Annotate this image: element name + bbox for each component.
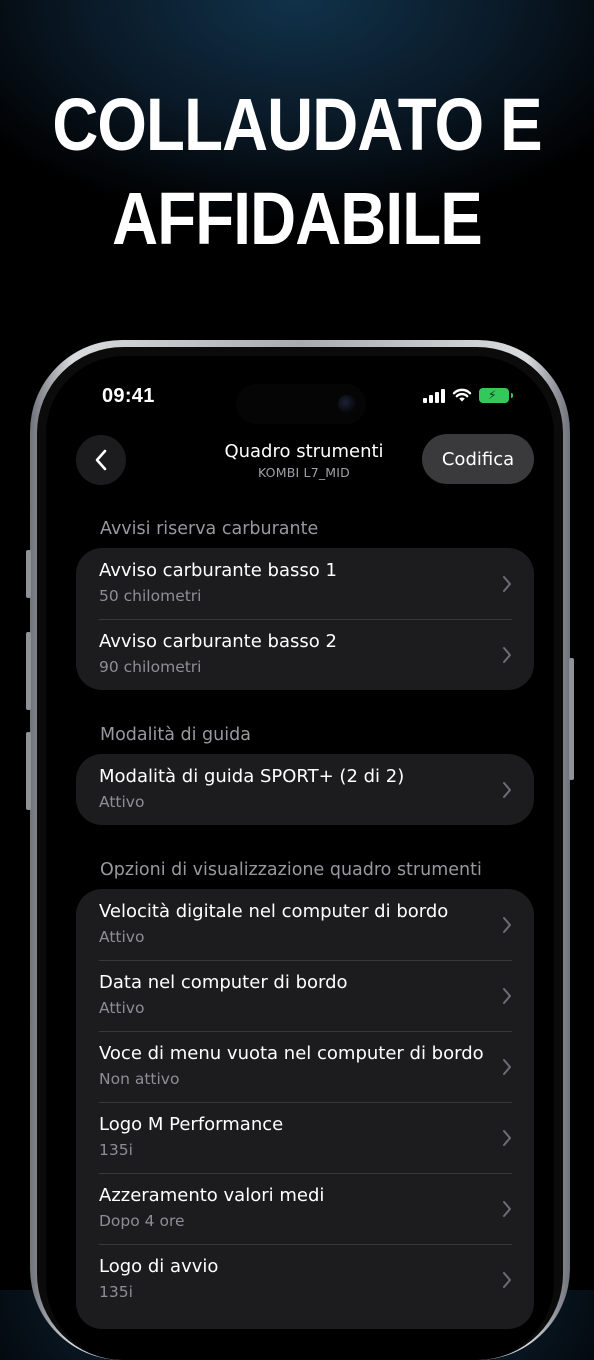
phone-frame: 09:41 ⚡ Quadro strumenti KOMBI L7_MID Co… <box>26 340 574 1360</box>
list-item-title: Logo M Performance <box>99 1114 284 1135</box>
list-item-title: Velocità digitale nel computer di bordo <box>99 901 449 922</box>
status-time: 09:41 <box>102 385 155 407</box>
list-item-title: Voce di menu vuota nel computer di bordo <box>99 1043 484 1064</box>
section-header-driving-modes: Modalità di guida <box>100 725 251 745</box>
phone-volume-up-button <box>26 632 31 710</box>
list-item[interactable]: Data nel computer di bordo Attivo <box>76 960 534 1031</box>
chevron-right-icon <box>503 782 511 798</box>
group-display-options: Velocità digitale nel computer di bordo … <box>76 889 534 1329</box>
list-item-value: 135i <box>99 1141 133 1159</box>
nav-title: Quadro strumenti KOMBI L7_MID <box>156 441 452 480</box>
group-fuel-warnings: Avviso carburante basso 1 50 chilometri … <box>76 548 534 690</box>
list-item[interactable]: Logo M Performance 135i <box>76 1102 534 1173</box>
page-subtitle: KOMBI L7_MID <box>257 465 351 480</box>
list-item-value: Attivo <box>99 793 145 811</box>
list-item[interactable]: Azzeramento valori medi Dopo 4 ore <box>76 1173 534 1244</box>
headline-line-2: AFFIDABILE <box>112 177 483 260</box>
list-item-title: Azzeramento valori medi <box>99 1185 325 1206</box>
chevron-right-icon <box>503 988 511 1004</box>
phone-bezel: 09:41 ⚡ Quadro strumenti KOMBI L7_MID Co… <box>37 347 563 1360</box>
list-item-value: 50 chilometri <box>99 587 202 605</box>
list-item[interactable]: Modalità di guida SPORT+ (2 di 2) Attivo <box>76 754 534 825</box>
chevron-right-icon <box>503 1130 511 1146</box>
list-item-title: Data nel computer di bordo <box>99 972 348 993</box>
list-item-title: Modalità di guida SPORT+ (2 di 2) <box>99 766 405 787</box>
phone-action-button <box>26 550 31 598</box>
chevron-right-icon <box>503 1272 511 1288</box>
phone-volume-down-button <box>26 732 31 810</box>
chevron-right-icon <box>503 647 511 663</box>
list-item[interactable]: Logo di avvio 135i <box>76 1244 534 1315</box>
list-item[interactable]: Velocità digitale nel computer di bordo … <box>76 889 534 960</box>
section-header-display-options: Opzioni di visualizzazione quadro strume… <box>100 860 482 880</box>
list-item-value: Dopo 4 ore <box>99 1212 185 1230</box>
signal-icon <box>423 388 445 403</box>
list-item[interactable]: Avviso carburante basso 2 90 chilometri <box>76 619 534 690</box>
status-icons: ⚡ <box>423 388 513 403</box>
battery-charging-icon: ⚡ <box>479 388 513 403</box>
encode-button[interactable]: Codifica <box>422 434 534 484</box>
chevron-right-icon <box>503 576 511 592</box>
back-button[interactable] <box>76 435 126 485</box>
wifi-icon <box>452 388 472 402</box>
list-item-title: Avviso carburante basso 1 <box>99 560 337 581</box>
list-item-value: 90 chilometri <box>99 658 202 676</box>
chevron-right-icon <box>503 1059 511 1075</box>
page-title: Quadro strumenti <box>224 441 384 462</box>
phone-screen: 09:41 ⚡ Quadro strumenti KOMBI L7_MID Co… <box>46 356 554 1360</box>
section-header-fuel-warnings: Avvisi riserva carburante <box>100 519 319 539</box>
list-item[interactable]: Avviso carburante basso 1 50 chilometri <box>76 548 534 619</box>
camera-icon <box>338 395 356 413</box>
chevron-right-icon <box>503 1201 511 1217</box>
headline-line-1: COLLAUDATO E <box>52 83 542 166</box>
list-item-value: Non attivo <box>99 1070 180 1088</box>
dynamic-island <box>236 384 366 424</box>
list-item-title: Avviso carburante basso 2 <box>99 631 337 652</box>
list-item-title: Logo di avvio <box>99 1256 219 1277</box>
list-item-value: Attivo <box>99 999 145 1017</box>
group-driving-modes: Modalità di guida SPORT+ (2 di 2) Attivo <box>76 754 534 825</box>
list-item-value: 135i <box>99 1283 133 1301</box>
list-item-value: Attivo <box>99 928 145 946</box>
phone-power-button <box>569 658 574 780</box>
back-chevron-icon <box>95 449 107 471</box>
chevron-right-icon <box>503 917 511 933</box>
list-item[interactable]: Voce di menu vuota nel computer di bordo… <box>76 1031 534 1102</box>
promo-headline: COLLAUDATO E AFFIDABILE <box>42 78 553 266</box>
